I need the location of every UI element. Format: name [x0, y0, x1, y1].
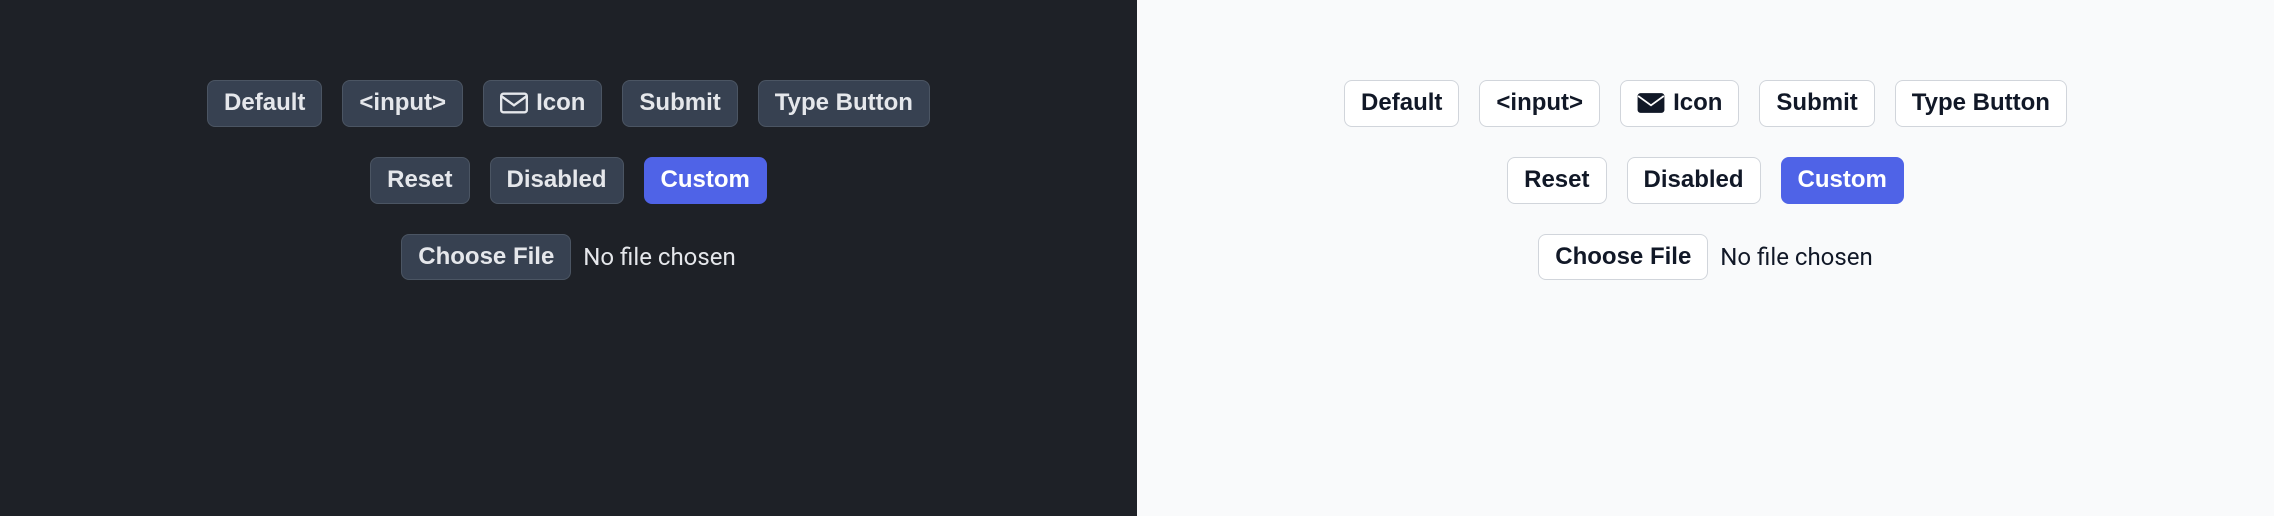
- reset-button[interactable]: Reset: [370, 157, 469, 204]
- file-input-row: Choose File No file chosen: [401, 234, 735, 281]
- custom-button[interactable]: Custom: [644, 157, 767, 204]
- button-row-1: Default <input> Icon Submit Type Button: [207, 80, 930, 127]
- default-button[interactable]: Default: [1344, 80, 1459, 127]
- file-status-text: No file chosen: [583, 243, 735, 271]
- button-row-2: Reset Disabled Custom: [1507, 157, 1904, 204]
- dark-theme-panel: Default <input> Icon Submit Type Button …: [0, 0, 1137, 516]
- input-button[interactable]: <input>: [1479, 80, 1600, 127]
- icon-button-label: Icon: [536, 89, 585, 118]
- icon-button-label: Icon: [1673, 89, 1722, 118]
- choose-file-button[interactable]: Choose File: [401, 234, 571, 281]
- button-row-2: Reset Disabled Custom: [370, 157, 767, 204]
- icon-button[interactable]: Icon: [483, 80, 602, 127]
- mail-icon: [1637, 92, 1665, 114]
- file-status-text: No file chosen: [1720, 243, 1872, 271]
- type-button[interactable]: Type Button: [758, 80, 930, 127]
- icon-button[interactable]: Icon: [1620, 80, 1739, 127]
- submit-button[interactable]: Submit: [1759, 80, 1874, 127]
- type-button[interactable]: Type Button: [1895, 80, 2067, 127]
- default-button[interactable]: Default: [207, 80, 322, 127]
- file-input-row: Choose File No file chosen: [1538, 234, 1872, 281]
- reset-button[interactable]: Reset: [1507, 157, 1606, 204]
- choose-file-button[interactable]: Choose File: [1538, 234, 1708, 281]
- submit-button[interactable]: Submit: [622, 80, 737, 127]
- disabled-button: Disabled: [490, 157, 624, 204]
- input-button[interactable]: <input>: [342, 80, 463, 127]
- disabled-button: Disabled: [1627, 157, 1761, 204]
- custom-button[interactable]: Custom: [1781, 157, 1904, 204]
- light-theme-panel: Default <input> Icon Submit Type Button …: [1137, 0, 2274, 516]
- mail-icon: [500, 92, 528, 114]
- button-row-1: Default <input> Icon Submit Type Button: [1344, 80, 2067, 127]
